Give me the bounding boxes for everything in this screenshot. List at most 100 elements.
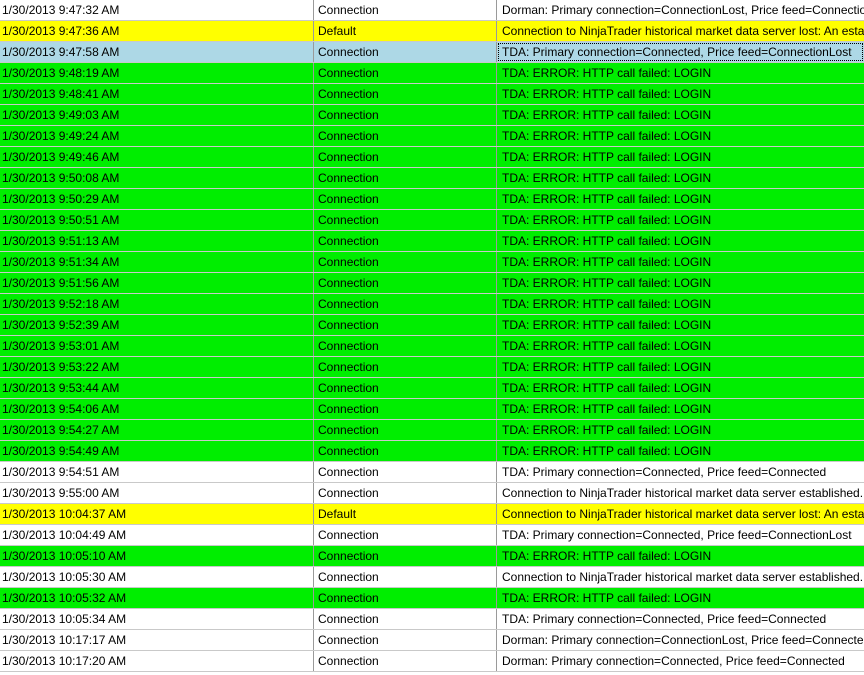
log-time-cell: 1/30/2013 9:54:49 AM: [0, 441, 314, 461]
log-row[interactable]: 1/30/2013 10:05:34 AM Connection TDA: Prim…: [0, 609, 864, 630]
log-row[interactable]: 1/30/2013 9:52:39 AM Connection TDA: ERROR…: [0, 315, 864, 336]
log-time-cell: 1/30/2013 9:54:06 AM: [0, 399, 314, 419]
log-message-cell: TDA: ERROR: HTTP call failed: LOGIN: [502, 108, 712, 122]
log-category-cell: Connection: [314, 525, 497, 545]
log-time-cell: 1/30/2013 9:53:44 AM: [0, 378, 314, 398]
log-time-cell: 1/30/2013 9:47:58 AM: [0, 42, 314, 62]
log-row[interactable]: 1/30/2013 10:17:20 AM Connection Dorman: P…: [0, 651, 864, 672]
log-time-cell: 1/30/2013 9:50:51 AM: [0, 210, 314, 230]
log-category-cell: Connection: [314, 315, 497, 335]
log-category-cell: Connection: [314, 546, 497, 566]
log-category-cell: Connection: [314, 42, 497, 62]
log-category-cell: Connection: [314, 567, 497, 587]
log-category-cell: Connection: [314, 84, 497, 104]
log-time-cell: 1/30/2013 9:53:22 AM: [0, 357, 314, 377]
log-time-cell: 1/30/2013 9:55:00 AM: [0, 483, 314, 503]
log-row[interactable]: 1/30/2013 10:04:37 AM Default Connection t…: [0, 504, 864, 525]
log-category-cell: Default: [314, 504, 497, 524]
log-category-cell: Connection: [314, 378, 497, 398]
log-row[interactable]: 1/30/2013 9:54:51 AM Connection TDA: Prima…: [0, 462, 864, 483]
log-row[interactable]: 1/30/2013 9:49:46 AM Connection TDA: ERROR…: [0, 147, 864, 168]
log-time-cell: 1/30/2013 9:52:39 AM: [0, 315, 314, 335]
log-row[interactable]: 1/30/2013 9:54:49 AM Connection TDA: ERROR…: [0, 441, 864, 462]
log-row[interactable]: 1/30/2013 9:48:19 AM Connection TDA: ERROR…: [0, 63, 864, 84]
log-message-cell: TDA: ERROR: HTTP call failed: LOGIN: [502, 255, 712, 269]
log-message-cell: Connection to NinjaTrader historical mar…: [502, 570, 864, 584]
log-message-cell: TDA: ERROR: HTTP call failed: LOGIN: [502, 87, 712, 101]
log-time-cell: 1/30/2013 10:17:17 AM: [0, 630, 314, 650]
log-message-cell: TDA: ERROR: HTTP call failed: LOGIN: [502, 591, 712, 605]
log-row[interactable]: 1/30/2013 9:51:56 AM Connection TDA: ERROR…: [0, 273, 864, 294]
log-message-cell: Dorman: Primary connection=ConnectionLos…: [502, 633, 864, 647]
log-row-selected[interactable]: 1/30/2013 9:47:58 AM Connection TDA: Prima…: [0, 42, 864, 63]
log-row[interactable]: 1/30/2013 9:53:44 AM Connection TDA: ERROR…: [0, 378, 864, 399]
log-time-cell: 1/30/2013 10:05:10 AM: [0, 546, 314, 566]
log-time-cell: 1/30/2013 9:47:32 AM: [0, 0, 314, 20]
log-row[interactable]: 1/30/2013 9:51:13 AM Connection TDA: ERROR…: [0, 231, 864, 252]
log-category-cell: Connection: [314, 105, 497, 125]
log-message-cell: TDA: Primary connection=Connected, Price…: [502, 465, 827, 479]
log-row[interactable]: 1/30/2013 9:55:00 AM Connection Connection…: [0, 483, 864, 504]
log-row[interactable]: 1/30/2013 10:05:30 AM Connection Connectio…: [0, 567, 864, 588]
log-row[interactable]: 1/30/2013 9:47:36 AM Default Connection to…: [0, 21, 864, 42]
log-time-cell: 1/30/2013 9:49:03 AM: [0, 105, 314, 125]
log-time-cell: 1/30/2013 9:51:13 AM: [0, 231, 314, 251]
log-time-cell: 1/30/2013 9:47:36 AM: [0, 21, 314, 41]
log-message-cell: TDA: ERROR: HTTP call failed: LOGIN: [502, 129, 712, 143]
log-category-cell: Connection: [314, 294, 497, 314]
log-message-cell: TDA: ERROR: HTTP call failed: LOGIN: [502, 192, 712, 206]
log-time-cell: 1/30/2013 10:04:49 AM: [0, 525, 314, 545]
log-row[interactable]: 1/30/2013 9:49:24 AM Connection TDA: ERROR…: [0, 126, 864, 147]
log-row[interactable]: 1/30/2013 9:50:51 AM Connection TDA: ERROR…: [0, 210, 864, 231]
log-row[interactable]: 1/30/2013 9:50:29 AM Connection TDA: ERROR…: [0, 189, 864, 210]
log-row[interactable]: 1/30/2013 9:50:08 AM Connection TDA: ERROR…: [0, 168, 864, 189]
log-category-cell: Connection: [314, 63, 497, 83]
log-message-cell: TDA: ERROR: HTTP call failed: LOGIN: [502, 276, 712, 290]
log-category-cell: Connection: [314, 651, 497, 671]
log-time-cell: 1/30/2013 9:52:18 AM: [0, 294, 314, 314]
log-message-cell: TDA: ERROR: HTTP call failed: LOGIN: [502, 381, 712, 395]
log-category-cell: Connection: [314, 231, 497, 251]
log-row[interactable]: 1/30/2013 9:54:06 AM Connection TDA: ERROR…: [0, 399, 864, 420]
log-row[interactable]: 1/30/2013 9:49:03 AM Connection TDA: ERROR…: [0, 105, 864, 126]
log-row[interactable]: 1/30/2013 9:51:34 AM Connection TDA: ERROR…: [0, 252, 864, 273]
log-row[interactable]: 1/30/2013 9:47:32 AM Connection Dorman: Pr…: [0, 0, 864, 21]
log-time-cell: 1/30/2013 9:50:29 AM: [0, 189, 314, 209]
log-row[interactable]: 1/30/2013 10:05:10 AM Connection TDA: ERRO…: [0, 546, 864, 567]
log-message-cell: TDA: ERROR: HTTP call failed: LOGIN: [502, 549, 712, 563]
log-time-cell: 1/30/2013 10:05:32 AM: [0, 588, 314, 608]
log-time-cell: 1/30/2013 9:53:01 AM: [0, 336, 314, 356]
log-time-cell: 1/30/2013 9:49:24 AM: [0, 126, 314, 146]
log-time-cell: 1/30/2013 10:05:30 AM: [0, 567, 314, 587]
log-category-cell: Connection: [314, 252, 497, 272]
log-row[interactable]: 1/30/2013 9:52:18 AM Connection TDA: ERROR…: [0, 294, 864, 315]
log-row[interactable]: 1/30/2013 10:05:32 AM Connection TDA: ERRO…: [0, 588, 864, 609]
log-time-cell: 1/30/2013 10:04:37 AM: [0, 504, 314, 524]
log-row[interactable]: 1/30/2013 9:53:01 AM Connection TDA: ERROR…: [0, 336, 864, 357]
log-category-cell: Connection: [314, 441, 497, 461]
log-time-cell: 1/30/2013 9:48:19 AM: [0, 63, 314, 83]
log-row[interactable]: 1/30/2013 9:53:22 AM Connection TDA: ERROR…: [0, 357, 864, 378]
log-time-cell: 1/30/2013 9:51:34 AM: [0, 252, 314, 272]
log-category-cell: Connection: [314, 0, 497, 20]
log-row[interactable]: 1/30/2013 9:54:27 AM Connection TDA: ERROR…: [0, 420, 864, 441]
log-category-cell: Connection: [314, 189, 497, 209]
log-category-cell: Connection: [314, 609, 497, 629]
log-grid[interactable]: 1/30/2013 9:47:32 AM Connection Dorman: Pr…: [0, 0, 864, 675]
log-row[interactable]: 1/30/2013 10:17:17 AM Connection Dorman: P…: [0, 630, 864, 651]
log-message-cell: TDA: ERROR: HTTP call failed: LOGIN: [502, 171, 712, 185]
log-message-cell: Dorman: Primary connection=ConnectionLos…: [502, 3, 864, 17]
log-category-cell: Connection: [314, 210, 497, 230]
log-category-cell: Connection: [314, 168, 497, 188]
log-category-cell: Connection: [314, 399, 497, 419]
log-category-cell: Connection: [314, 420, 497, 440]
log-message-cell: TDA: ERROR: HTTP call failed: LOGIN: [502, 444, 712, 458]
log-time-cell: 1/30/2013 9:50:08 AM: [0, 168, 314, 188]
log-category-cell: Connection: [314, 273, 497, 293]
log-time-cell: 1/30/2013 9:51:56 AM: [0, 273, 314, 293]
log-row[interactable]: 1/30/2013 10:04:49 AM Connection TDA: Prim…: [0, 525, 864, 546]
log-category-cell: Connection: [314, 336, 497, 356]
log-row[interactable]: 1/30/2013 9:48:41 AM Connection TDA: ERROR…: [0, 84, 864, 105]
log-category-cell: Connection: [314, 588, 497, 608]
log-message-cell: Connection to NinjaTrader historical mar…: [502, 24, 864, 38]
